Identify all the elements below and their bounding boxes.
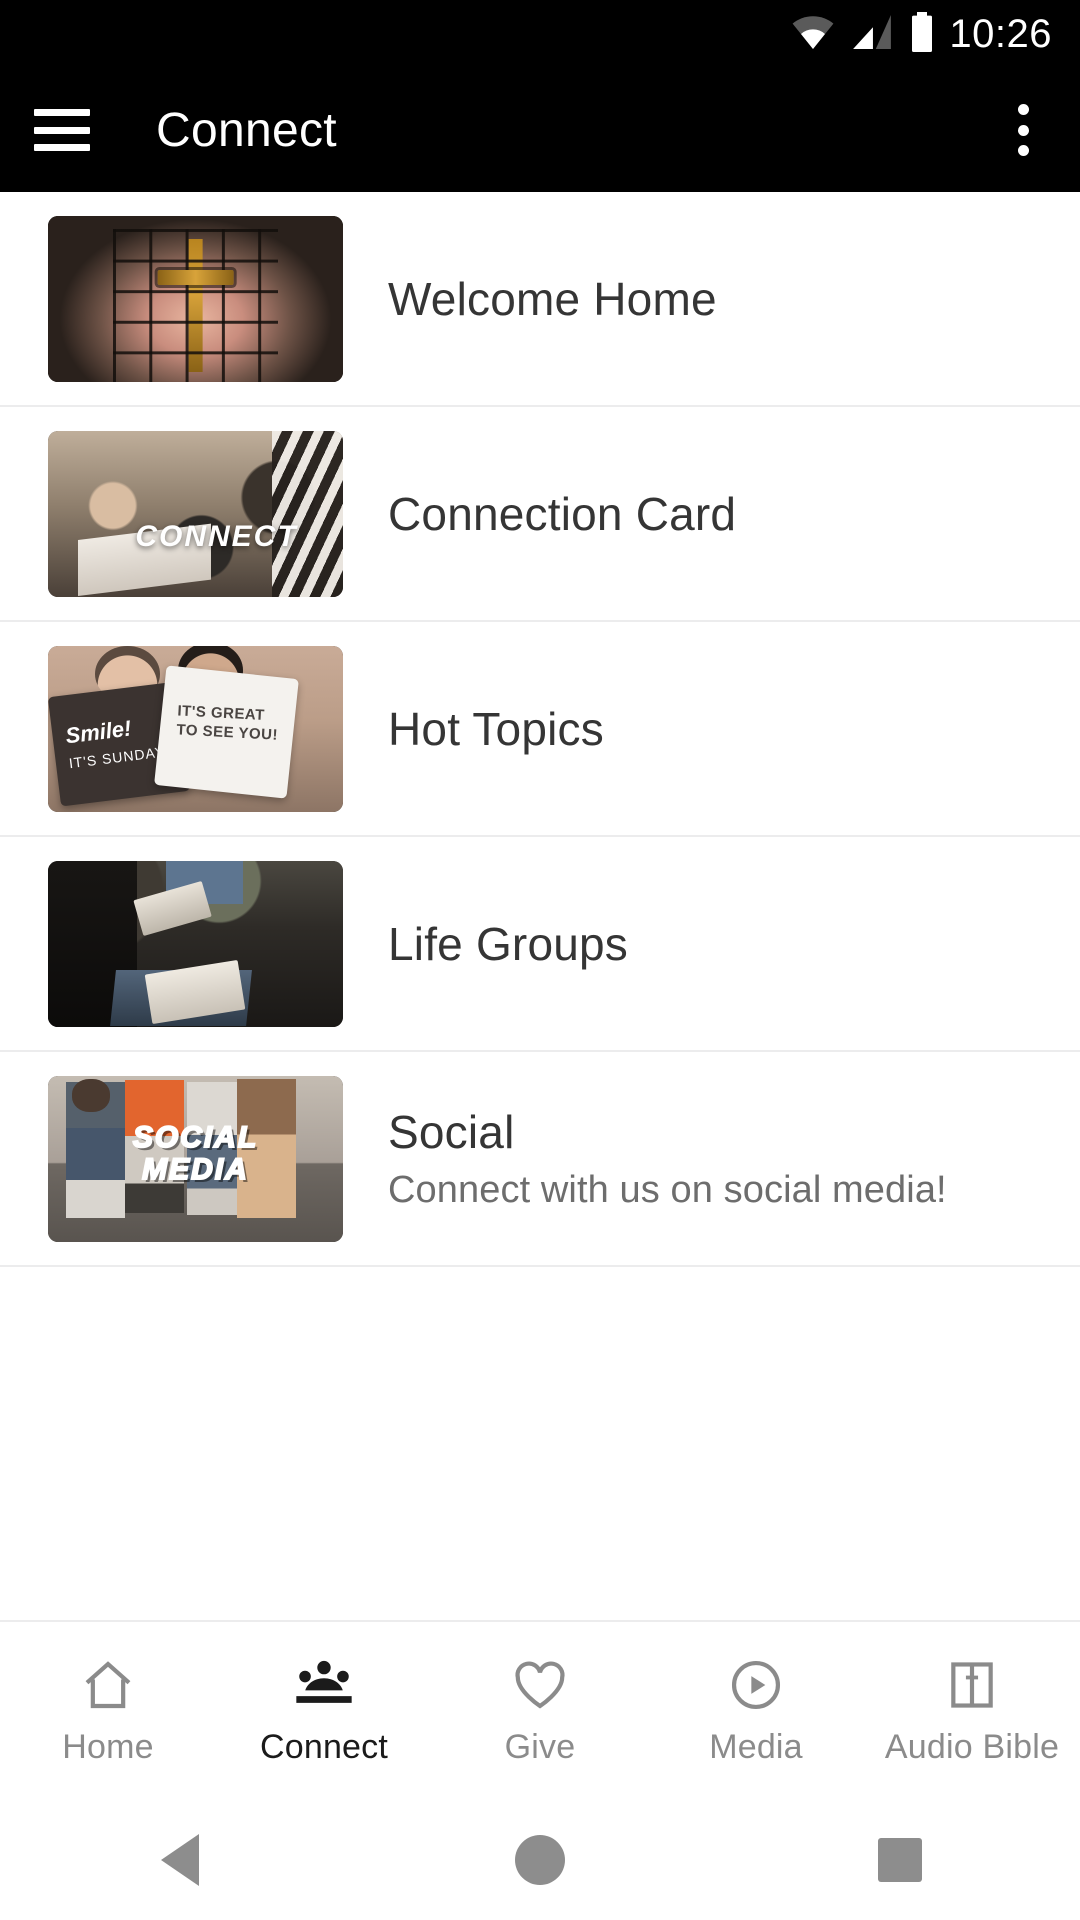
list-item-text: Hot Topics: [388, 702, 604, 756]
thumbnail-overlay-line1: SOCIAL: [132, 1121, 259, 1154]
home-circle-icon[interactable]: [465, 1800, 615, 1920]
app-screen: 10:26 Connect Welcome Home CONNECT Conne…: [0, 0, 1080, 1920]
play-circle-icon: [728, 1656, 784, 1714]
list-item-text: Connection Card: [388, 487, 736, 541]
status-bar-icons: [791, 11, 935, 57]
list-item-title: Hot Topics: [388, 702, 604, 755]
tab-label: Media: [709, 1727, 803, 1766]
list-item-title: Social: [388, 1106, 515, 1158]
thumbnail-overlay-text: CONNECT: [135, 519, 298, 553]
list-item[interactable]: Welcome Home: [0, 192, 1080, 407]
sign-dark-line1: Smile!: [64, 715, 133, 749]
small-group-connect-thumbnail: CONNECT: [48, 430, 343, 597]
list-item-text: Welcome Home: [388, 272, 717, 326]
list-item-text: Social Connect with us on social media!: [388, 1105, 947, 1212]
list-item-subtitle: Connect with us on social media!: [388, 1169, 947, 1211]
list-item[interactable]: SOCIAL MEDIA Social Connect with us on s…: [0, 1052, 1080, 1267]
tab-give[interactable]: Give: [432, 1656, 648, 1767]
home-icon: [80, 1656, 136, 1714]
more-vert-icon[interactable]: [1000, 100, 1046, 160]
social-media-people-thumbnail: SOCIAL MEDIA: [48, 1075, 343, 1242]
sign-light-line2: TO SEE YOU!: [175, 721, 279, 744]
heart-icon: [512, 1656, 568, 1714]
tab-connect[interactable]: Connect: [216, 1656, 432, 1767]
status-bar-clock: 10:26: [949, 12, 1052, 56]
tab-audio-bible[interactable]: Audio Bible: [864, 1656, 1080, 1767]
tab-media[interactable]: Media: [648, 1656, 864, 1767]
cellular-signal-icon: [851, 14, 893, 54]
app-bar: Connect: [0, 68, 1080, 192]
bible-book-icon: [944, 1656, 1000, 1714]
list-item[interactable]: CONNECT Connection Card: [0, 407, 1080, 622]
tab-home[interactable]: Home: [0, 1656, 216, 1767]
status-bar: 10:26: [0, 0, 1080, 68]
page-title: Connect: [156, 103, 337, 157]
thumbnail-overlay-line2: MEDIA: [141, 1152, 249, 1186]
tab-label: Audio Bible: [884, 1727, 1060, 1766]
battery-icon: [909, 11, 935, 57]
bottom-tab-bar: Home Connect Give Media Audio Bible: [0, 1620, 1080, 1800]
back-triangle-icon[interactable]: [105, 1800, 255, 1920]
list-item-text: Life Groups: [388, 917, 628, 971]
list-item-title: Life Groups: [388, 917, 628, 970]
church-window-cross-thumbnail: [48, 215, 343, 382]
connect-list: Welcome Home CONNECT Connection Card Smi…: [0, 192, 1080, 1620]
tab-label: Connect: [259, 1727, 389, 1766]
android-navigation-bar: [0, 1800, 1080, 1920]
tab-label: Give: [504, 1727, 576, 1766]
thumbnail-overlay-text: SOCIAL MEDIA: [48, 1076, 343, 1242]
recents-square-icon[interactable]: [825, 1800, 975, 1920]
list-item-title: Welcome Home: [388, 272, 717, 325]
tab-label: Home: [62, 1727, 154, 1766]
wifi-icon: [791, 15, 835, 54]
list-item[interactable]: Life Groups: [0, 837, 1080, 1052]
list-item-title: Connection Card: [388, 487, 737, 540]
people-group-icon: [295, 1656, 353, 1714]
list-item[interactable]: Smile! IT'S SUNDAY IT'S GREAT TO SEE YOU…: [0, 622, 1080, 837]
seated-bible-study-thumbnail: [48, 860, 343, 1027]
smile-its-sunday-signs-thumbnail: Smile! IT'S SUNDAY IT'S GREAT TO SEE YOU…: [48, 645, 343, 812]
hamburger-menu-icon[interactable]: [34, 109, 90, 151]
